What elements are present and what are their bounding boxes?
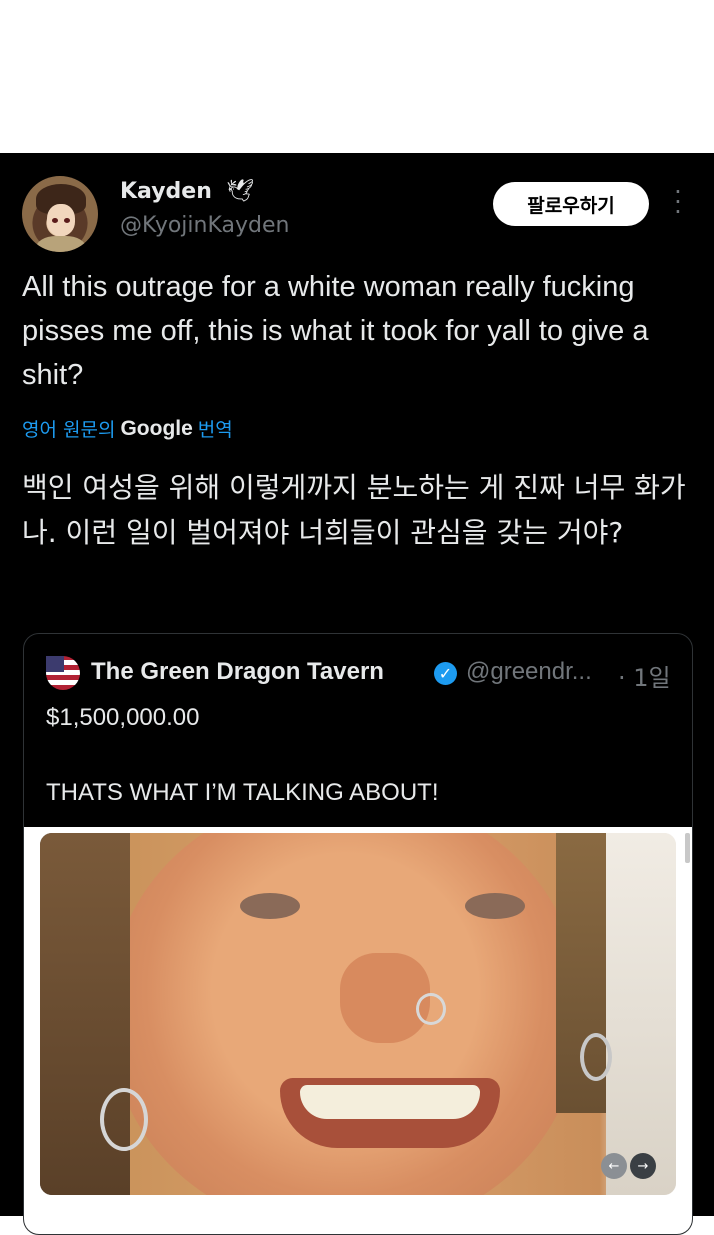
quote-text-line1: $1,500,000.00 [46, 704, 200, 731]
prev-image-button[interactable]: ← [601, 1153, 627, 1179]
next-image-button[interactable]: → [630, 1153, 656, 1179]
quote-author-handle[interactable]: @greendr... [466, 658, 592, 686]
translate-prefix: 영어 원문의 [22, 419, 116, 441]
top-blank-area [0, 0, 714, 153]
dove-icon: 🕊 [226, 179, 254, 204]
quote-text-line2: THATS WHAT I’M TALKING ABOUT! [46, 779, 439, 806]
quoted-tweet[interactable]: The Green Dragon Tavern ✓ @greendr... · … [23, 633, 693, 1235]
author-handle[interactable]: @KyojinKayden [120, 213, 289, 238]
quote-avatar[interactable] [46, 656, 80, 690]
translate-suffix: 번역 [197, 419, 233, 441]
quote-timestamp: · 1일 [618, 664, 671, 692]
quote-author-name[interactable]: The Green Dragon Tavern [91, 658, 384, 686]
quote-photo[interactable] [40, 833, 676, 1195]
tweet-card: Kayden 🕊 @KyojinKayden 팔로우하기 · · · All thi… [0, 153, 714, 1235]
scrollbar[interactable] [685, 833, 690, 863]
author-name[interactable]: Kayden [120, 179, 212, 204]
tweet-text: All this outrage for a white woman reall… [22, 271, 649, 391]
google-logo: Google [120, 416, 193, 440]
author-avatar[interactable] [22, 176, 98, 252]
media-frame: ← → [24, 827, 692, 1234]
translated-text: 백인 여성을 위해 이렇게까지 분노하는 게 진짜 너무 화가 나. 이런 일이… [22, 471, 686, 549]
follow-button[interactable]: 팔로우하기 [493, 182, 649, 226]
verified-badge-icon: ✓ [434, 662, 457, 685]
translate-link[interactable]: 영어 원문의 Google 번역 [22, 415, 233, 442]
more-vertical-icon[interactable]: · · · [670, 180, 686, 224]
